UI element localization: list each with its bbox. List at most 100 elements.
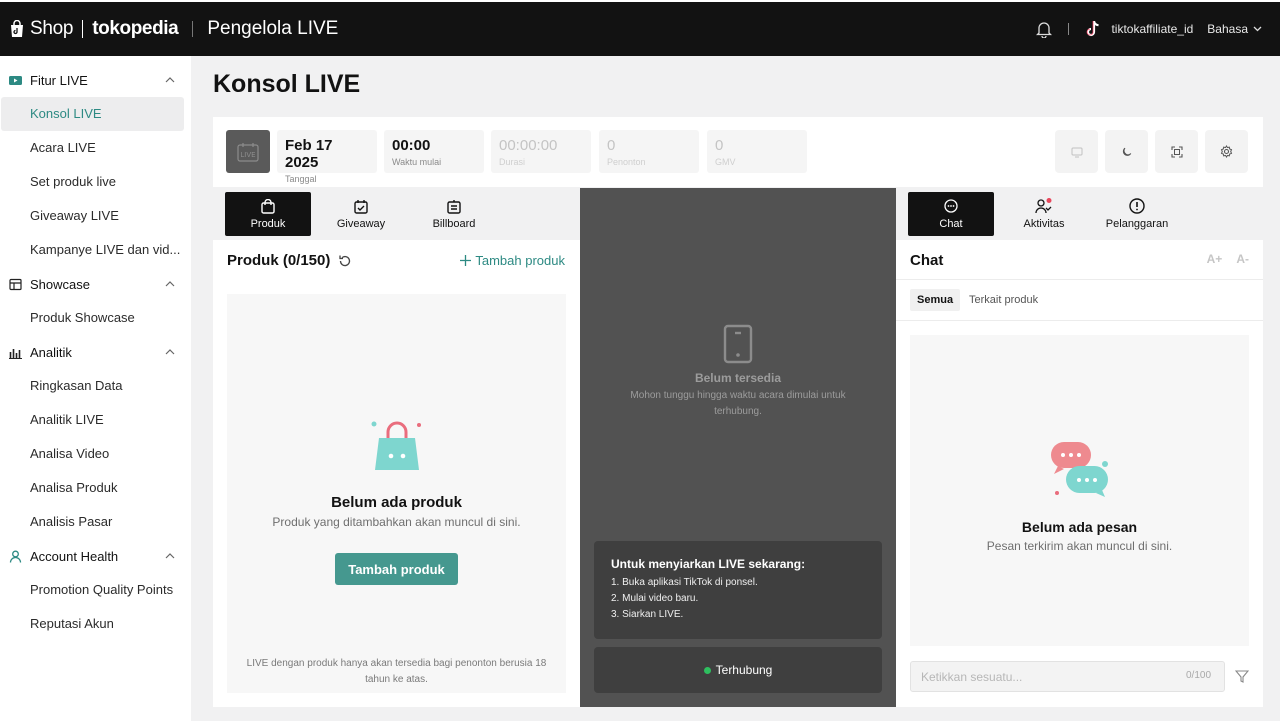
sidebar-item-giveaway-live[interactable]: Giveaway LIVE bbox=[0, 199, 184, 233]
sidebar-group-account-health[interactable]: Account Health bbox=[0, 539, 191, 573]
start-time-stat: 00:00 Waktu mulai bbox=[384, 130, 484, 173]
tab-label: Billboard bbox=[432, 217, 476, 230]
sidebar-item-analitik-live[interactable]: Analitik LIVE bbox=[0, 403, 184, 437]
monitor-icon bbox=[1071, 147, 1082, 157]
brand-logo[interactable]: Shop tokopedia bbox=[0, 18, 179, 40]
activity-users-icon bbox=[1035, 198, 1052, 214]
chat-panel: Chat Aktivitas Pelanggaran Chat A+ A- Se… bbox=[896, 188, 1263, 707]
broadcast-instructions-card: Untuk menyiarkan LIVE sekarang: 1. Buka … bbox=[594, 541, 882, 639]
chevron-up-icon bbox=[165, 553, 175, 559]
dark-mode-button[interactable] bbox=[1105, 130, 1148, 173]
page-title: Konsol LIVE bbox=[213, 70, 361, 98]
tab-label: Giveaway bbox=[336, 217, 386, 230]
empty-product-title: Belum ada produk bbox=[331, 494, 462, 511]
instruction-step: 3. Siarkan LIVE. bbox=[611, 609, 684, 620]
refresh-icon[interactable] bbox=[338, 254, 352, 268]
title-divider bbox=[192, 21, 194, 37]
chat-filter-divider bbox=[896, 320, 1263, 321]
live-thumbnail: LIVE bbox=[226, 130, 270, 173]
gmv-label: GMV bbox=[715, 157, 736, 167]
live-video-icon bbox=[9, 75, 22, 85]
sidebar: Fitur LIVE Konsol LIVE Acara LIVE Set pr… bbox=[0, 56, 191, 721]
connection-status-label: Terhubung bbox=[715, 663, 773, 677]
filter-terkait-produk[interactable]: Terkait produk bbox=[962, 289, 1045, 311]
product-count-label: Produk (0/150) bbox=[227, 252, 331, 269]
brand-tokopedia-text: tokopedia bbox=[92, 18, 179, 39]
chat-bubbles-illustration-icon bbox=[1051, 442, 1108, 497]
font-decrease-button[interactable]: A- bbox=[1236, 252, 1249, 266]
brand-divider bbox=[82, 20, 84, 38]
chat-bubble-icon bbox=[944, 198, 958, 213]
shopping-bag-illustration-icon bbox=[371, 421, 421, 470]
date-value: Feb 17 2025 bbox=[285, 137, 333, 171]
account-name[interactable]: tiktokaffiliate_id bbox=[1111, 22, 1193, 36]
sidebar-item-reputasi-akun[interactable]: Reputasi Akun bbox=[0, 607, 184, 641]
font-size-controls: A+ A- bbox=[1207, 252, 1249, 266]
chat-message-input[interactable] bbox=[910, 661, 1225, 692]
tab-label: Pelanggaran bbox=[1105, 218, 1169, 230]
language-selector[interactable]: Bahasa bbox=[1207, 22, 1262, 36]
tab-aktivitas[interactable]: Aktivitas bbox=[1001, 192, 1087, 236]
chat-heading: Chat bbox=[910, 252, 944, 269]
date-label: Tanggal bbox=[285, 174, 317, 184]
tab-billboard[interactable]: Billboard bbox=[411, 192, 497, 236]
plus-icon bbox=[460, 255, 472, 266]
sidebar-item-analisis-pasar[interactable]: Analisis Pasar bbox=[0, 505, 184, 539]
sidebar-group-label: Showcase bbox=[30, 276, 90, 292]
tab-pelanggaran[interactable]: Pelanggaran bbox=[1094, 192, 1180, 236]
tab-chat[interactable]: Chat bbox=[908, 192, 994, 236]
calendar-gift-icon bbox=[354, 199, 368, 214]
tiktok-icon bbox=[1087, 21, 1100, 37]
live-thumbnail-label: LIVE bbox=[240, 151, 255, 159]
live-calendar-icon: LIVE bbox=[237, 142, 259, 162]
add-product-link-label: Tambah produk bbox=[475, 253, 565, 268]
sidebar-item-analisa-video[interactable]: Analisa Video bbox=[0, 437, 184, 471]
shop-bag-icon bbox=[11, 20, 23, 37]
chevron-up-icon bbox=[165, 77, 175, 83]
tab-label: Aktivitas bbox=[1023, 218, 1065, 230]
start-time-label: Waktu mulai bbox=[392, 157, 442, 167]
send-icon[interactable] bbox=[1235, 669, 1249, 683]
product-panel-tabs: Produk Giveaway Billboard bbox=[213, 188, 580, 240]
live-preview-panel: Belum tersedia Mohon tunggu hingga waktu… bbox=[580, 188, 896, 707]
fullscreen-button[interactable] bbox=[1155, 130, 1198, 173]
tab-produk[interactable]: Produk bbox=[225, 192, 311, 236]
viewers-value: 0 bbox=[607, 137, 616, 154]
sidebar-item-kampanye-live[interactable]: Kampanye LIVE dan vid... bbox=[0, 233, 184, 267]
fullscreen-icon bbox=[1170, 145, 1183, 158]
product-panel: Produk Giveaway Billboard Produk (0/150)… bbox=[213, 188, 580, 707]
sidebar-group-showcase[interactable]: Showcase bbox=[0, 267, 191, 301]
add-product-link[interactable]: Tambah produk bbox=[460, 253, 565, 268]
filter-semua[interactable]: Semua bbox=[910, 289, 961, 311]
viewers-stat: 0 Penonton bbox=[599, 130, 699, 173]
product-count-heading: Produk (0/150) bbox=[227, 252, 352, 269]
add-product-button[interactable]: Tambah produk bbox=[335, 553, 458, 585]
gmv-stat: 0 GMV bbox=[707, 130, 807, 173]
sidebar-item-acara-live[interactable]: Acara LIVE bbox=[0, 131, 184, 165]
monitor-button[interactable] bbox=[1055, 130, 1098, 173]
chat-header-divider bbox=[896, 279, 1263, 280]
sidebar-item-set-produk-live[interactable]: Set produk live bbox=[0, 165, 184, 199]
sidebar-item-analisa-produk[interactable]: Analisa Produk bbox=[0, 471, 184, 505]
sidebar-item-promotion-quality-points[interactable]: Promotion Quality Points bbox=[0, 573, 184, 607]
tab-giveaway[interactable]: Giveaway bbox=[318, 192, 404, 236]
phone-icon bbox=[723, 324, 753, 364]
viewers-label: Penonton bbox=[607, 157, 646, 167]
top-right-controls: tiktokaffiliate_id Bahasa bbox=[1036, 2, 1262, 56]
chevron-down-icon bbox=[1253, 26, 1262, 32]
empty-product-state: Belum ada produk Produk yang ditambahkan… bbox=[227, 294, 566, 693]
bell-icon[interactable] bbox=[1036, 21, 1053, 38]
brand-shop-text: Shop bbox=[30, 18, 74, 39]
font-increase-button[interactable]: A+ bbox=[1207, 252, 1223, 266]
bar-chart-icon bbox=[9, 348, 22, 359]
sidebar-item-konsol-live[interactable]: Konsol LIVE bbox=[1, 97, 184, 131]
sidebar-item-produk-showcase[interactable]: Produk Showcase bbox=[0, 301, 184, 335]
app-title: Pengelola LIVE bbox=[207, 18, 339, 39]
sidebar-item-ringkasan-data[interactable]: Ringkasan Data bbox=[0, 369, 184, 403]
moon-icon bbox=[1122, 147, 1131, 156]
sidebar-group-analitik[interactable]: Analitik bbox=[0, 335, 191, 369]
sidebar-group-fitur-live[interactable]: Fitur LIVE bbox=[0, 63, 191, 97]
settings-button[interactable] bbox=[1205, 130, 1248, 173]
store-icon bbox=[9, 278, 22, 290]
header-divider bbox=[1068, 23, 1070, 35]
